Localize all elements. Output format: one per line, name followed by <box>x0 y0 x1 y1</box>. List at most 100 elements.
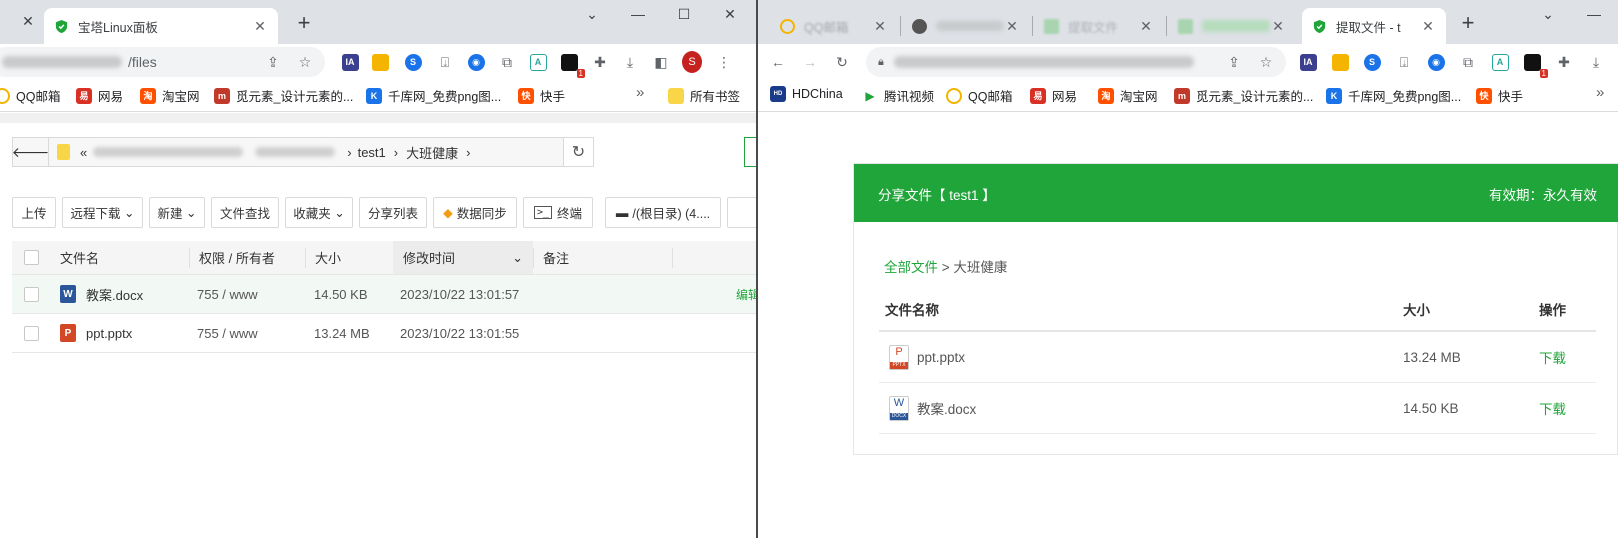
download-box-icon[interactable]: ⍗ <box>435 52 455 72</box>
tab-qqmail[interactable]: QQ邮箱 ✕ <box>770 8 898 44</box>
badge-extension-icon[interactable]: 1 <box>1522 52 1548 78</box>
bookmarks-overflow-icon[interactable]: » <box>1596 84 1604 101</box>
upload-button[interactable]: 上传 <box>12 197 56 228</box>
col-size[interactable]: 大小 <box>315 241 341 274</box>
share-list-button[interactable]: 分享列表 <box>359 197 427 228</box>
new-button[interactable]: 新建 ⌄ <box>149 197 205 228</box>
table-row[interactable]: W 教案.docx 755 / www 14.50 KB 2023/10/22 1… <box>12 275 756 314</box>
maximize-icon[interactable]: ☐ <box>670 3 698 25</box>
bookmarks-overflow-icon[interactable]: » <box>636 84 644 101</box>
tab-close-icon[interactable]: ✕ <box>872 18 888 35</box>
file-name[interactable]: ppt.pptx <box>86 326 132 341</box>
back-arrow-icon[interactable]: 🡐 <box>12 138 49 166</box>
chevron-down-icon[interactable]: ⌄ <box>578 3 606 25</box>
tab-close-icon[interactable]: ✕ <box>1004 18 1020 35</box>
ia-extension-icon[interactable]: IA <box>1298 52 1318 72</box>
translate-icon[interactable]: A <box>528 52 548 72</box>
reload-icon[interactable]: ↻ <box>832 52 852 72</box>
minimize-icon[interactable]: — <box>1580 3 1608 25</box>
tab-extract-active[interactable]: 提取文件 - t ✕ <box>1302 8 1446 44</box>
download-link[interactable]: 下载 <box>1539 383 1566 433</box>
translate-icon[interactable]: A <box>1490 52 1510 72</box>
address-bar[interactable]: 🔒︎ ⇪ ☆ <box>866 47 1286 77</box>
shazam-extension-icon[interactable]: S <box>1362 52 1382 72</box>
file-permission[interactable]: 755 / www <box>197 275 258 313</box>
share-icon[interactable]: ⇪ <box>263 52 283 72</box>
forward-icon[interactable]: → <box>800 52 820 72</box>
video-extension-icon[interactable]: ◉ <box>466 52 486 72</box>
file-permission[interactable]: 755 / www <box>197 314 258 352</box>
more-button-edge[interactable] <box>727 197 756 228</box>
chevron-down-icon[interactable]: ⌄ <box>1534 3 1562 25</box>
bookmark-miyuansu[interactable]: m 觅元素_设计元素的... <box>1174 86 1313 105</box>
badge-extension-icon[interactable]: 1 <box>559 52 585 78</box>
tab-close-icon[interactable]: ✕ <box>252 18 268 35</box>
tiger-extension-icon[interactable] <box>1330 52 1350 72</box>
puzzle-icon[interactable]: ✚ <box>590 52 610 72</box>
col-mtime[interactable]: 修改时间 ⌄ <box>393 241 533 274</box>
disk-root-button[interactable]: ▬/(根目录) (4.... <box>605 197 721 228</box>
terminal-button[interactable]: >_ 终端 <box>523 197 593 228</box>
bookmark-qqmail[interactable]: QQ邮箱 <box>0 86 60 105</box>
tab-github[interactable]: ✕ <box>902 8 1030 44</box>
close-icon[interactable]: ✕ <box>14 10 42 32</box>
data-sync-button[interactable]: ◆ 数据同步 <box>433 197 517 228</box>
col-note[interactable]: 备注 <box>543 241 569 274</box>
bookmark-tencent-video[interactable]: ▶ 腾讯视频 <box>862 86 934 105</box>
download-link[interactable]: 下载 <box>1539 332 1566 382</box>
bookmark-hdchina[interactable]: HD HDChina <box>770 86 843 102</box>
side-panel-icon[interactable]: ◧ <box>651 52 671 72</box>
bookmark-163[interactable]: 易网易 <box>1030 86 1077 105</box>
bookmark-163[interactable]: 易网易 <box>76 86 123 105</box>
shazam-extension-icon[interactable]: S <box>403 52 423 72</box>
select-all-checkbox[interactable] <box>24 250 39 265</box>
back-icon[interactable]: ← <box>768 52 788 72</box>
star-icon[interactable]: ☆ <box>295 52 315 72</box>
tiger-extension-icon[interactable] <box>370 52 390 72</box>
tab-extract-2[interactable]: ✕ <box>1168 8 1296 44</box>
crumb-more[interactable]: « <box>80 145 87 160</box>
row-checkbox[interactable] <box>24 325 39 341</box>
edit-link[interactable]: 编辑 <box>736 275 756 313</box>
bookmark-taobao[interactable]: 淘淘宝网 <box>140 86 200 105</box>
file-search-button[interactable]: 文件查找 <box>211 197 279 228</box>
col-permission[interactable]: 权限 / 所有者 <box>199 241 275 274</box>
share-icon[interactable]: ⇪ <box>1224 52 1244 72</box>
download-box-icon[interactable]: ⍗ <box>1394 52 1414 72</box>
file-name[interactable]: 教案.docx <box>86 285 143 304</box>
tab-extract-1[interactable]: 提取文件 ✕ <box>1034 8 1164 44</box>
remote-download-button[interactable]: 远程下载 ⌄ <box>62 197 143 228</box>
table-row[interactable]: Pppt.pptx 755 / www 13.24 MB 2023/10/22 … <box>12 314 756 353</box>
crumb-test1[interactable]: test1 <box>358 145 386 160</box>
avatar[interactable]: S <box>682 51 702 73</box>
puzzle-icon[interactable]: ✚ <box>1554 52 1574 72</box>
tab-close-icon[interactable]: ✕ <box>1270 18 1286 35</box>
copy-icon[interactable]: ⧉ <box>497 52 517 72</box>
new-tab-plus-icon[interactable]: + <box>1454 10 1482 38</box>
bookmark-kuaishou[interactable]: 快快手 <box>518 86 565 105</box>
bookmark-588ku[interactable]: K 千库网_免费png图... <box>366 86 501 105</box>
star-icon[interactable]: ☆ <box>1256 52 1276 72</box>
download-icon[interactable]: ⤓ <box>620 52 640 72</box>
video-extension-icon[interactable]: ◉ <box>1426 52 1446 72</box>
bookmark-588ku[interactable]: K 千库网_免费png图... <box>1326 86 1461 105</box>
window-close-icon[interactable]: ✕ <box>716 3 744 25</box>
tab-close-icon[interactable]: ✕ <box>1420 18 1436 35</box>
col-filename[interactable]: 文件名 <box>60 241 99 274</box>
ia-extension-icon[interactable]: IA <box>340 52 360 72</box>
search-box-edge[interactable] <box>744 137 756 167</box>
download-icon[interactable]: ⤓ <box>1586 52 1606 72</box>
tab-close-icon[interactable]: ✕ <box>1138 18 1154 35</box>
address-bar[interactable]: /files ⇪ ☆ <box>0 47 325 77</box>
bookmark-kuaishou[interactable]: 快快手 <box>1476 86 1523 105</box>
new-tab-plus-icon[interactable]: + <box>290 10 318 38</box>
bookmark-taobao[interactable]: 淘淘宝网 <box>1098 86 1158 105</box>
bookmark-all[interactable]: 所有书签 <box>668 86 740 105</box>
kebab-menu-icon[interactable]: ⋮ <box>714 52 734 72</box>
bookmark-miyuansu[interactable]: m 觅元素_设计元素的... <box>214 86 353 105</box>
minimize-icon[interactable]: — <box>624 3 652 25</box>
breadcrumb[interactable]: « › test1 › 大班健康 › <box>49 138 563 166</box>
refresh-icon[interactable]: ↻ <box>563 138 593 166</box>
tab-baota[interactable]: 宝塔Linux面板 ✕ <box>44 8 278 44</box>
copy-icon[interactable]: ⧉ <box>1458 52 1478 72</box>
